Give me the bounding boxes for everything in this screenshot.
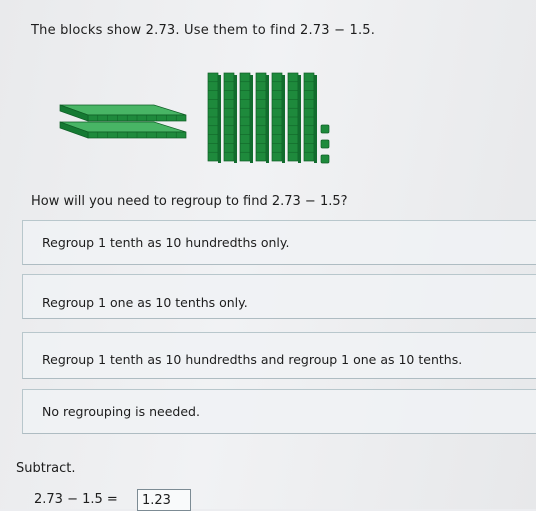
tenth-rod bbox=[207, 72, 221, 163]
answer-choice-3-label: Regroup 1 tenth as 10 hundredths and reg… bbox=[42, 352, 463, 367]
answer-choice-3[interactable]: Regroup 1 tenth as 10 hundredths and reg… bbox=[22, 332, 536, 379]
tenths-rods bbox=[207, 72, 317, 163]
answer-choice-1-label: Regroup 1 tenth as 10 hundredths only. bbox=[42, 235, 290, 250]
subtraction-equation: 2.73 − 1.5 = bbox=[34, 492, 118, 507]
tenth-rod bbox=[271, 72, 285, 163]
answer-choice-4-label: No regrouping is needed. bbox=[42, 404, 200, 419]
tenth-rod bbox=[239, 72, 253, 163]
tenth-rod bbox=[255, 72, 269, 163]
tenth-rod bbox=[303, 72, 317, 163]
answer-input[interactable] bbox=[137, 489, 191, 511]
answer-choice-2-label: Regroup 1 one as 10 tenths only. bbox=[42, 295, 248, 310]
subtract-heading: Subtract. bbox=[16, 461, 76, 476]
base-ten-blocks bbox=[59, 72, 330, 164]
ones-flat bbox=[59, 121, 187, 139]
ones-flat bbox=[59, 104, 187, 122]
hundredths-cubes bbox=[320, 124, 330, 164]
tenth-rod bbox=[223, 72, 237, 163]
answer-choice-4[interactable]: No regrouping is needed. bbox=[22, 389, 536, 434]
tenth-rod bbox=[287, 72, 301, 163]
hundredth-cube bbox=[320, 139, 330, 149]
answer-choice-2[interactable]: Regroup 1 one as 10 tenths only. bbox=[22, 274, 536, 319]
problem-prompt: The blocks show 2.73. Use them to find 2… bbox=[31, 23, 376, 38]
regroup-question: How will you need to regroup to find 2.7… bbox=[31, 194, 348, 209]
answer-choice-1[interactable]: Regroup 1 tenth as 10 hundredths only. bbox=[22, 220, 536, 265]
ones-flats bbox=[59, 104, 187, 139]
hundredth-cube bbox=[320, 124, 330, 134]
hundredth-cube bbox=[320, 154, 330, 164]
